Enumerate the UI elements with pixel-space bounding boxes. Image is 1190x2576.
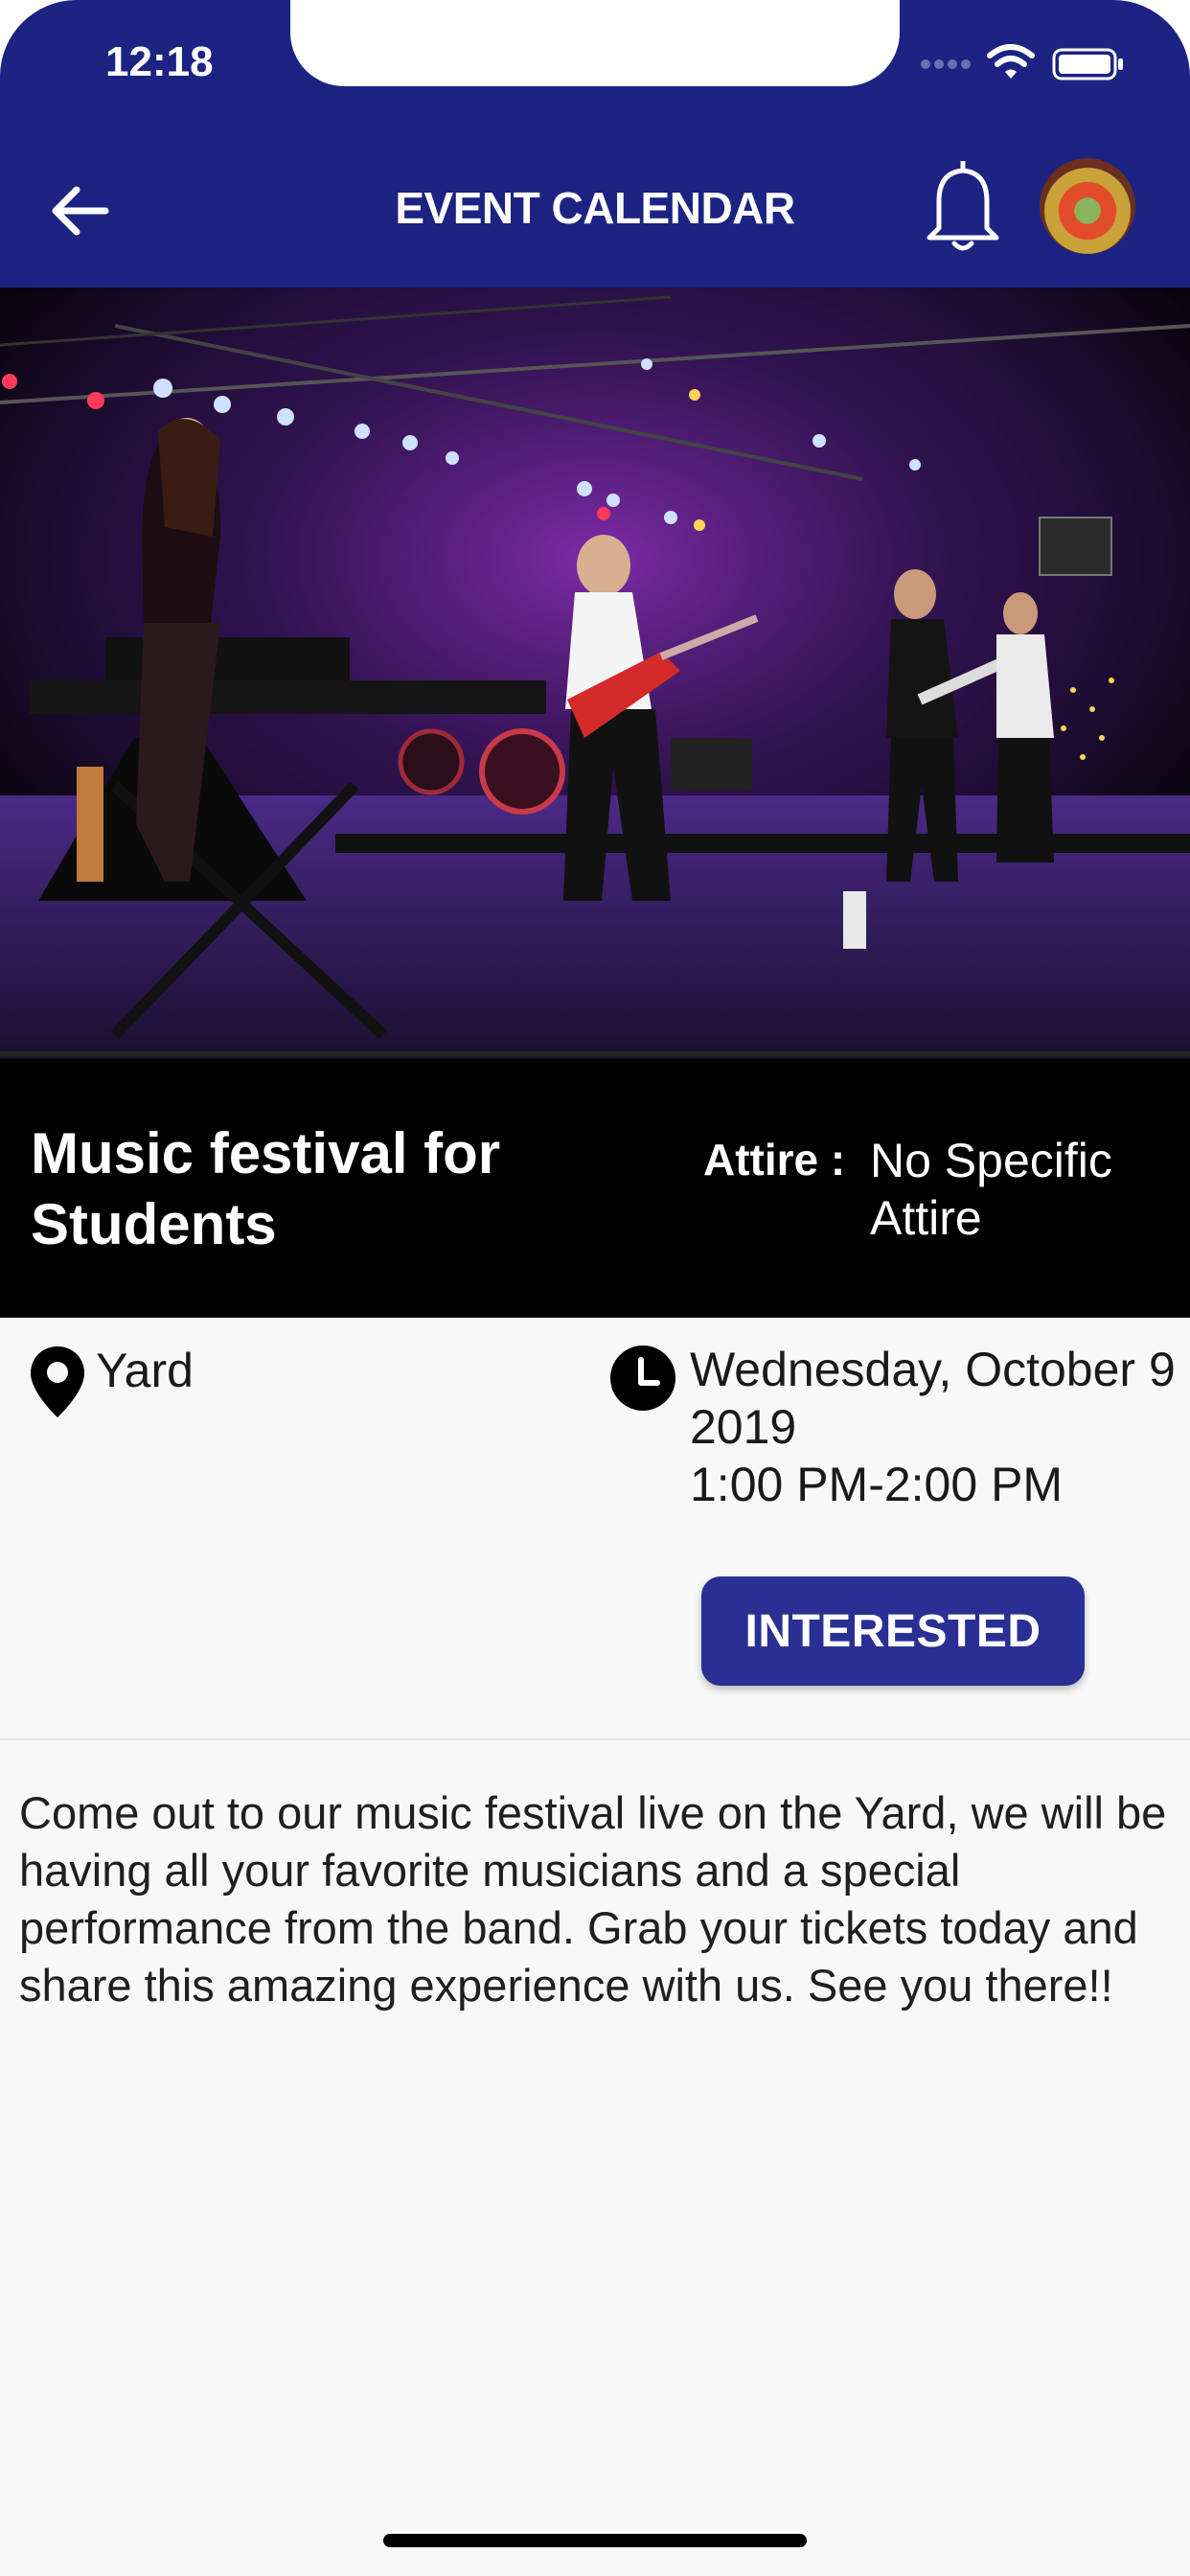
event-location: Yard (96, 1344, 194, 1397)
location-pin-icon (31, 1346, 84, 1417)
event-hero-image (0, 288, 1190, 1059)
status-time: 12:18 (105, 38, 214, 85)
cellular-signal-icon (921, 59, 971, 69)
event-time: 1:00 PM-2:00 PM (690, 1458, 1064, 1511)
event-title: Music festival for Students (31, 1121, 501, 1256)
battery-icon (1052, 48, 1123, 80)
event-info-panel: Yard Wednesday, October 9 2019 1:00 PM-2… (0, 1318, 1190, 1739)
attire-value: No Specific Attire (870, 1134, 1112, 1245)
section-divider (0, 1738, 1190, 1740)
interested-button[interactable]: INTERESTED (701, 1576, 1085, 1686)
attire-label: Attire : (703, 1135, 846, 1184)
status-bar: 12:18 (0, 0, 1190, 96)
clock-icon (610, 1346, 675, 1411)
device-notch (290, 0, 900, 86)
bell-icon[interactable] (920, 153, 1006, 259)
event-date: Wednesday, October 9 2019 (690, 1343, 1176, 1454)
concert-stage-illustration (0, 288, 1190, 1059)
event-title-band: Music festival for Students Attire : No … (0, 1059, 1190, 1318)
home-indicator[interactable] (383, 2534, 807, 2547)
page-title: EVENT CALENDAR (395, 183, 795, 233)
event-description: Come out to our music festival live on t… (19, 1787, 1167, 2011)
avatar[interactable] (1040, 158, 1135, 254)
event-datetime: Wednesday, October 9 2019 1:00 PM-2:00 P… (690, 1341, 1179, 1513)
wifi-icon (987, 44, 1035, 79)
app-bar: EVENT CALENDAR (0, 96, 1190, 288)
